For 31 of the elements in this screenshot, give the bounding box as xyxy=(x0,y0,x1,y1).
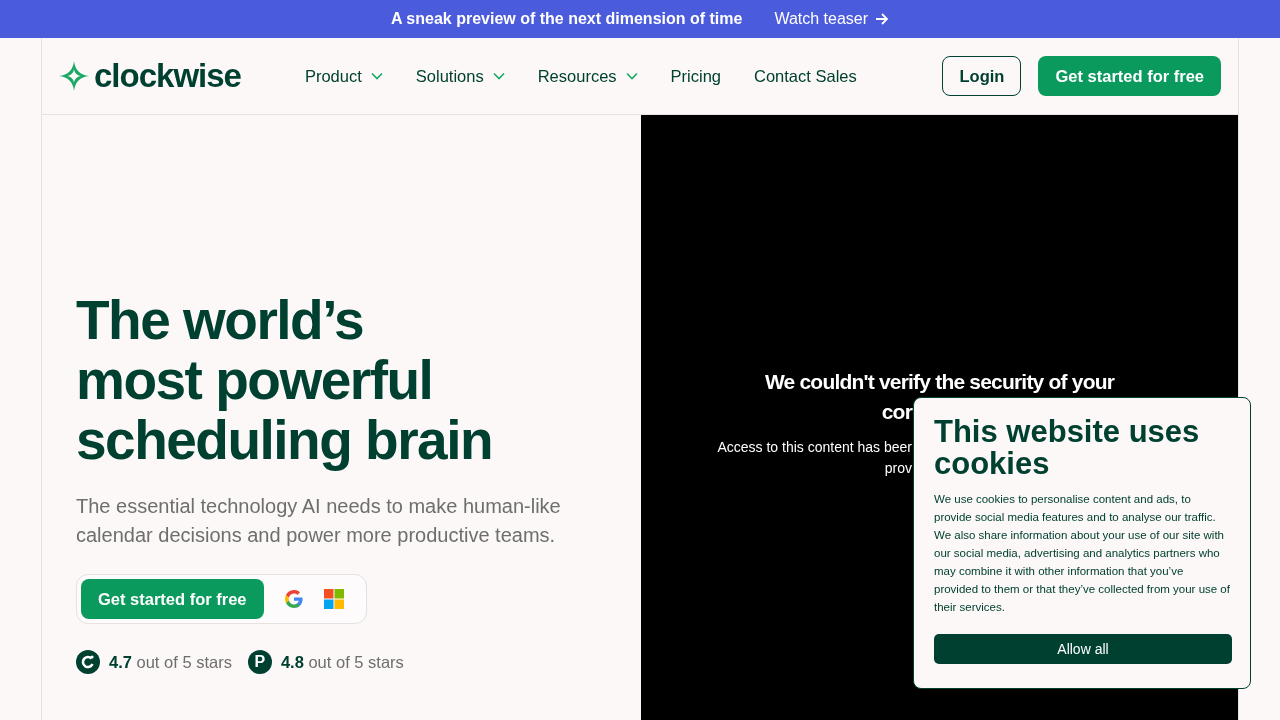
error-heading: cor xyxy=(881,399,912,425)
nav-link[interactable]: Product xyxy=(304,66,383,86)
rating-text: 4.8 out of 5 stars xyxy=(280,652,404,672)
error-heading: We couldn't verify the security of your xyxy=(764,369,1115,395)
rating-logo-icon: P xyxy=(247,650,272,674)
nav-link[interactable]: Pricing xyxy=(670,66,721,86)
watch-teaser-link[interactable]: Watch teaser xyxy=(774,10,890,28)
arrow-icon xyxy=(875,13,890,25)
rating-text: 4.7 out of 5 stars xyxy=(109,652,232,672)
chevron-down-icon xyxy=(492,72,505,80)
chevron-down-icon xyxy=(370,72,383,80)
get-started-button[interactable]: Get started for free xyxy=(1038,56,1221,96)
get-started-button[interactable]: Get started for free xyxy=(81,579,264,619)
nav-link[interactable]: Resources xyxy=(537,66,638,86)
chevron-down-icon xyxy=(625,72,638,80)
hero-subtitle: The essential technology AI needs to make human-like calendar decisions and power more productive teams. xyxy=(76,494,562,548)
error-text: prov xyxy=(884,459,912,478)
cookie-title: This website uses cookies xyxy=(934,416,1201,480)
login-button[interactable]: Login xyxy=(942,56,1022,96)
allow-all-button[interactable]: Allow all xyxy=(934,634,1232,664)
microsoft-icon[interactable] xyxy=(323,589,344,609)
google-icon[interactable] xyxy=(283,589,304,609)
hero-heading: The world’s most powerful scheduling brain xyxy=(76,290,494,470)
error-text: Access to this content has beer xyxy=(717,438,912,457)
rating-logo-icon xyxy=(76,650,100,674)
logo-icon xyxy=(58,60,90,92)
logo[interactable]: clockwise xyxy=(58,57,241,95)
cookie-text: We use cookies to personalise content and ads, to provide social media features and to analyse our traffic. We also share information about your use of our site with our social media, advertising and analytics partners who may combine it with other information that you’ve provided to them or that they’ve collected from your use of their services. xyxy=(934,492,1230,615)
nav-link[interactable]: Contact Sales xyxy=(754,66,857,86)
nav-link[interactable]: Solutions xyxy=(415,66,505,86)
announcement-text: A sneak preview of the next dimension of time xyxy=(390,10,743,28)
